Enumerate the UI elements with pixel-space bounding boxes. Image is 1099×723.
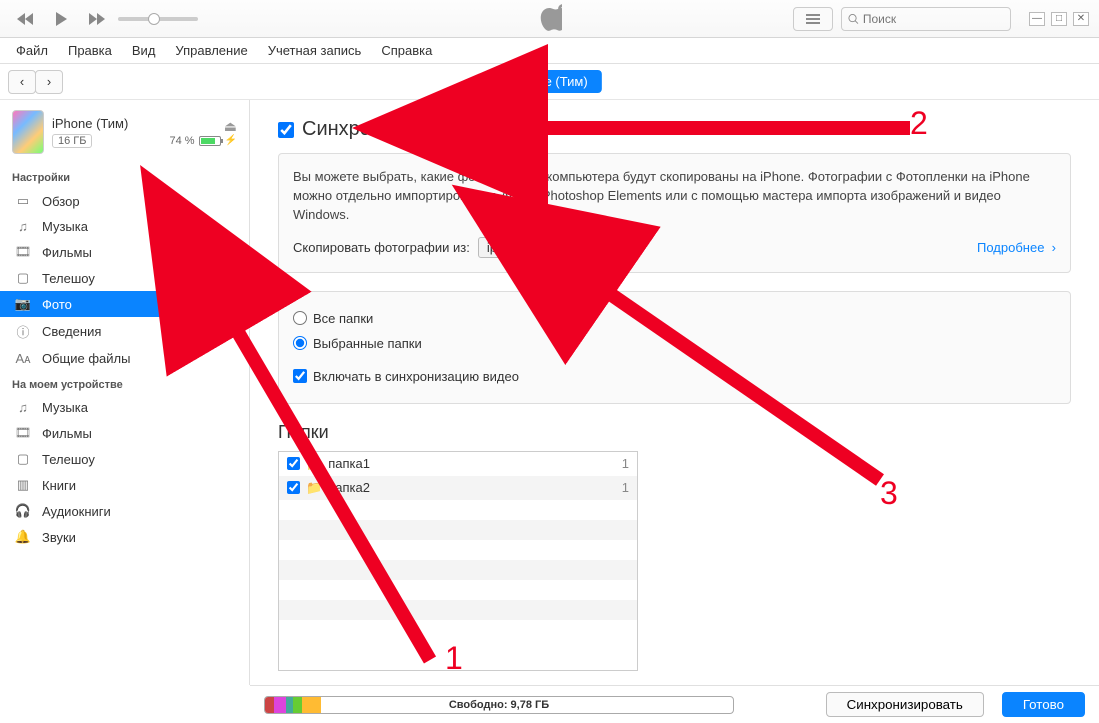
close-button[interactable]: ✕ (1073, 12, 1089, 26)
sync-button[interactable]: Синхронизировать (826, 692, 984, 717)
search-input[interactable] (841, 7, 1011, 31)
option-all-folders[interactable]: Все папки (293, 306, 1056, 331)
menu-controls[interactable]: Управление (167, 40, 255, 61)
menu-help[interactable]: Справка (373, 40, 440, 61)
folder-row[interactable]: 📁 папка2 1 (279, 476, 637, 500)
top-toolbar: — □ ✕ (0, 0, 1099, 38)
eject-button[interactable]: ⏏ (169, 118, 237, 135)
volume-slider[interactable] (118, 17, 198, 21)
folder-name: папка1 (328, 456, 370, 471)
folder-count: 1 (622, 456, 629, 471)
sidebar-dev-tvshows[interactable]: ▢Телешоу (0, 446, 249, 472)
sounds-icon: 🔔 (14, 529, 32, 545)
tv-icon: ▢ (14, 270, 32, 286)
maximize-button[interactable]: □ (1051, 12, 1067, 26)
forward-button[interactable]: › (35, 70, 63, 94)
content-pane: Синхронизировать Вы можете выбрать, каки… (250, 100, 1099, 685)
sidebar: iPhone (Тим) 16 ГБ ⏏ 74 % ⚡ Настройки ▭О… (0, 100, 250, 685)
folder-list[interactable]: 📁 папка1 1 📁 папка2 1 (278, 451, 638, 671)
next-track-button[interactable] (82, 8, 112, 30)
music-icon: ♫ (14, 219, 32, 234)
sidebar-ondevice-header: На моем устройстве (0, 371, 249, 395)
sidebar-dev-audiobooks[interactable]: 🎧Аудиокниги (0, 498, 249, 524)
device-pill[interactable]: iPhone (Тим) (497, 70, 601, 93)
camera-icon: 📷 (14, 296, 32, 312)
books-icon: ▥ (14, 477, 32, 493)
option-selected-folders[interactable]: Выбранные папки (293, 331, 1056, 356)
sync-description: Вы можете выбрать, какие фотографии с ко… (293, 168, 1056, 225)
sidebar-dev-books[interactable]: ▥Книги (0, 472, 249, 498)
free-space-label: Свободно: 9,78 ГБ (449, 699, 549, 711)
device-name: iPhone (Тим) (52, 116, 161, 131)
sidebar-dev-music[interactable]: ♫Музыка (0, 395, 249, 420)
overview-icon: ▭ (14, 193, 32, 209)
play-button[interactable] (46, 8, 76, 30)
capacity-bar: Свободно: 9,78 ГБ (264, 696, 734, 714)
folder-icon: 📁 (306, 480, 322, 496)
sync-title: Синхронизировать (302, 118, 476, 141)
sidebar-dev-sounds[interactable]: 🔔Звуки (0, 524, 249, 550)
back-button[interactable]: ‹ (8, 70, 36, 94)
folder-icon: 📁 (306, 456, 322, 472)
sync-checkbox[interactable] (278, 122, 294, 138)
device-thumbnail-icon (12, 110, 44, 154)
sidebar-item-shared-files[interactable]: AᴀОбщие файлы (0, 346, 249, 371)
photo-count: Фото: 2 (553, 240, 597, 255)
sidebar-settings-header: Настройки (0, 164, 249, 188)
sidebar-item-overview[interactable]: ▭Обзор (0, 188, 249, 214)
sidebar-item-music[interactable]: ♫Музыка (0, 214, 249, 239)
sub-toolbar: ‹ › iPhone (Тим) (0, 64, 1099, 100)
sync-description-panel: Вы можете выбрать, какие фотографии с ко… (278, 153, 1071, 273)
sync-options-panel: Все папки Выбранные папки Включать в син… (278, 291, 1071, 404)
done-button[interactable]: Готово (1002, 692, 1085, 717)
minimize-button[interactable]: — (1029, 12, 1045, 26)
apple-logo-icon (538, 4, 562, 35)
device-capacity: 16 ГБ (52, 134, 92, 148)
more-link[interactable]: Подробнее › (977, 240, 1056, 255)
sidebar-item-tvshows[interactable]: ▢Телешоу (0, 265, 249, 291)
option-include-video[interactable]: Включать в синхронизацию видео (293, 364, 1056, 389)
sidebar-dev-movies[interactable]: 🎞Фильмы (0, 420, 249, 446)
folder-row[interactable]: 📁 папка1 1 (279, 452, 637, 476)
menu-view[interactable]: Вид (124, 40, 164, 61)
list-view-button[interactable] (793, 7, 833, 31)
source-select[interactable]: iphone (478, 237, 545, 258)
source-label: Скопировать фотографии из: (293, 240, 470, 255)
search-icon (848, 13, 859, 25)
audiobooks-icon: 🎧 (14, 503, 32, 519)
battery-indicator: 74 % ⚡ (169, 135, 237, 147)
menu-account[interactable]: Учетная запись (260, 40, 370, 61)
prev-track-button[interactable] (10, 8, 40, 30)
menu-file[interactable]: Файл (8, 40, 56, 61)
tv-icon: ▢ (14, 451, 32, 467)
movies-icon: 🎞 (14, 244, 32, 260)
folder-count: 1 (622, 480, 629, 495)
sidebar-item-photos[interactable]: 📷Фото (0, 291, 249, 317)
folder-checkbox[interactable] (287, 481, 300, 494)
menu-edit[interactable]: Правка (60, 40, 120, 61)
device-summary[interactable]: iPhone (Тим) 16 ГБ ⏏ 74 % ⚡ (0, 106, 249, 164)
music-icon: ♫ (14, 400, 32, 415)
info-icon: ⓘ (14, 322, 32, 341)
files-icon: Aᴀ (14, 351, 32, 366)
folder-name: папка2 (328, 480, 370, 495)
menu-bar: Файл Правка Вид Управление Учетная запис… (0, 38, 1099, 64)
sidebar-item-movies[interactable]: 🎞Фильмы (0, 239, 249, 265)
folder-checkbox[interactable] (287, 457, 300, 470)
bottom-bar: Свободно: 9,78 ГБ Синхронизировать Готов… (250, 685, 1099, 723)
folders-heading: Папки (278, 422, 1071, 443)
sidebar-item-info[interactable]: ⓘСведения (0, 317, 249, 346)
movies-icon: 🎞 (14, 425, 32, 441)
